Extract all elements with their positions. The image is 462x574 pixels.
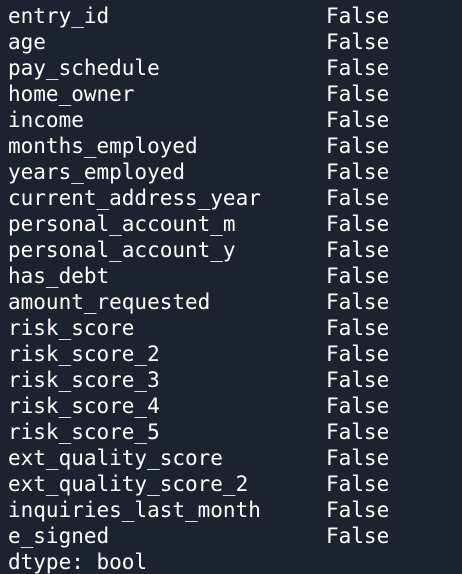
series-row: amount_requested False [0,289,462,315]
series-row: pay_schedule False [0,55,462,81]
series-index-label: personal_account_y [8,238,236,262]
series-row: inquiries_last_month False [0,497,462,523]
series-row: age False [0,29,462,55]
series-index-label: entry_id [8,4,110,28]
series-value: False [326,30,390,54]
series-row: ext_quality_score_2 False [0,471,462,497]
series-value: False [326,290,390,314]
series-value: False [326,264,390,288]
series-index-label: amount_requested [8,290,211,314]
series-index-label: risk_score [8,316,135,340]
series-row: risk_score False [0,315,462,341]
series-index-label: years_employed [8,160,186,184]
series-index-label: has_debt [8,264,110,288]
series-value: False [326,420,390,444]
series-index-label: risk_score_4 [8,394,160,418]
series-value: False [326,524,390,548]
series-index-label: inquiries_last_month [8,498,261,522]
series-index-label: months_employed [8,134,198,158]
series-rows: entry_id False age False pay_schedule False ho… [0,3,462,549]
series-index-label: pay_schedule [8,56,160,80]
series-value: False [326,108,390,132]
series-row: entry_id False [0,3,462,29]
series-row: risk_score_2 False [0,341,462,367]
series-row: personal_account_y False [0,237,462,263]
series-row: personal_account_m False [0,211,462,237]
series-index-label: home_owner [8,82,135,106]
series-index-label: risk_score_5 [8,420,160,444]
series-value: False [326,368,390,392]
series-row: home_owner False [0,81,462,107]
series-row: months_employed False [0,133,462,159]
series-value: False [326,238,390,262]
series-index-label: risk_score_2 [8,342,160,366]
series-row: years_employed False [0,159,462,185]
series-index-label: ext_quality_score_2 [8,472,249,496]
series-value: False [326,446,390,470]
series-row: current_address_year False [0,185,462,211]
series-value: False [326,394,390,418]
series-value: False [326,212,390,236]
series-value: False [326,4,390,28]
series-row: risk_score_4 False [0,393,462,419]
series-index-label: income [8,108,84,132]
series-row: risk_score_5 False [0,419,462,445]
series-value: False [326,82,390,106]
series-value: False [326,160,390,184]
series-row: has_debt False [0,263,462,289]
series-output: entry_id False age False pay_schedule False ho… [0,0,462,574]
series-index-label: age [8,30,46,54]
series-index-label: ext_quality_score [8,446,223,470]
series-value: False [326,342,390,366]
series-index-label: e_signed [8,524,110,548]
series-value: False [326,316,390,340]
series-row: risk_score_3 False [0,367,462,393]
dtype-line: dtype: bool [8,550,148,574]
series-row: e_signed False [0,523,462,549]
series-value: False [326,186,390,210]
series-value: False [326,472,390,496]
series-value: False [326,498,390,522]
series-value: False [326,134,390,158]
series-index-label: current_address_year [8,186,261,210]
series-row: ext_quality_score False [0,445,462,471]
series-index-label: risk_score_3 [8,368,160,392]
series-value: False [326,56,390,80]
series-index-label: personal_account_m [8,212,236,236]
series-row: income False [0,107,462,133]
